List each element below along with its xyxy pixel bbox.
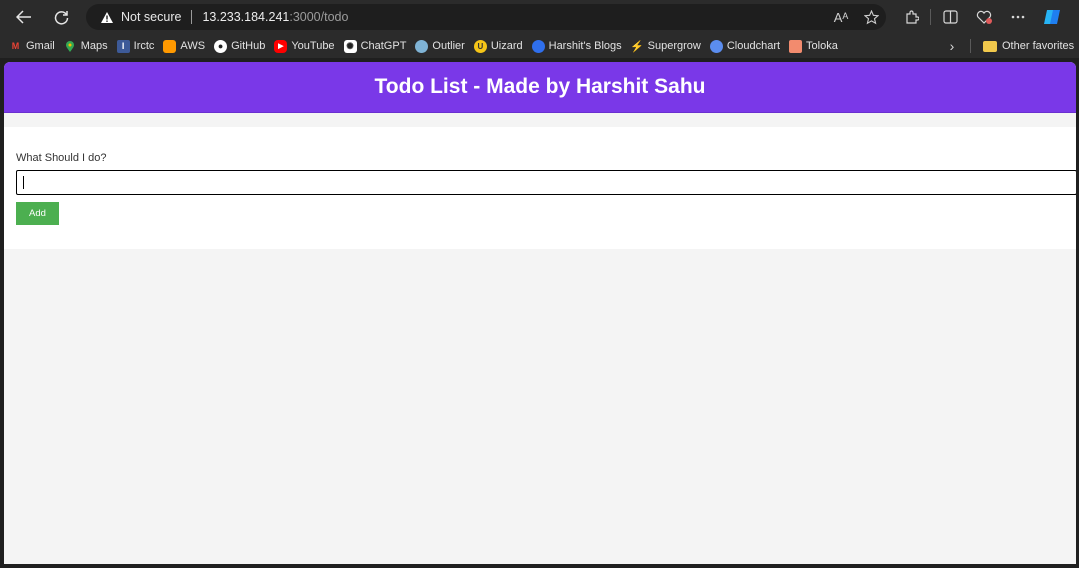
bookmark-label: Harshit's Blogs [548, 40, 622, 52]
browser-actions [894, 2, 1069, 32]
irctc-icon: I [116, 39, 130, 53]
more-menu-icon[interactable] [1001, 2, 1035, 32]
url-path: :3000/todo [289, 10, 349, 24]
warning-icon [99, 9, 115, 25]
bookmarks-divider [970, 39, 971, 53]
bookmark-aws[interactable]: AWS [163, 36, 205, 56]
aws-cube-icon [163, 39, 177, 53]
maps-pin-icon [64, 40, 77, 53]
security-status[interactable]: Not secure [121, 10, 181, 24]
other-favorites-label: Other favorites [1002, 40, 1075, 52]
favorite-star-icon[interactable] [856, 4, 886, 30]
page-title: Todo List - Made by Harshit Sahu [374, 75, 706, 98]
add-button[interactable]: Add [16, 202, 59, 225]
todo-input-label: What Should I do? [16, 152, 107, 164]
bookmark-chatgpt[interactable]: ✺ ChatGPT [343, 36, 407, 56]
address-actions: Aᴬ [826, 4, 886, 30]
bookmark-supergrow[interactable]: ⚡ Supergrow [630, 36, 701, 56]
text-cursor [23, 176, 24, 189]
bookmark-label: Cloudchart [726, 40, 781, 52]
bookmark-cloudchart[interactable]: Cloudchart [709, 36, 781, 56]
bookmark-maps[interactable]: Maps [64, 36, 108, 56]
address-bar[interactable]: Not secure 13.233.184.241:3000/todo Aᴬ [86, 4, 886, 30]
bookmark-uizard[interactable]: U Uizard [473, 36, 523, 56]
github-icon: ● [214, 39, 228, 53]
bookmark-label: AWS [180, 40, 206, 52]
bookmark-label: Outlier [432, 40, 465, 52]
browser-toolbar: Not secure 13.233.184.241:3000/todo Aᴬ [0, 0, 1079, 34]
bookmark-label: Supergrow [647, 40, 701, 52]
window-bottom-edge [0, 564, 1079, 568]
split-screen-icon[interactable] [933, 2, 967, 32]
copilot-icon[interactable] [1035, 2, 1069, 32]
bookmark-youtube[interactable]: ▶ YouTube [274, 36, 335, 56]
chevron-right-icon[interactable]: › [943, 34, 961, 58]
reload-icon[interactable] [46, 2, 76, 32]
bookmark-label: Uizard [490, 40, 523, 52]
page-viewport: Todo List - Made by Harshit Sahu What Sh… [4, 62, 1076, 564]
bookmark-label: Toloka [806, 40, 838, 52]
bookmark-label: YouTube [291, 40, 335, 52]
folder-icon [983, 40, 997, 52]
bookmark-harshits-blogs[interactable]: Harshit's Blogs [531, 36, 622, 56]
todo-form-card: What Should I do? Add [4, 127, 1076, 249]
bookmark-label: GitHub [231, 40, 266, 52]
health-heart-icon[interactable] [967, 2, 1001, 32]
bookmark-other-favorites[interactable]: Other favorites [983, 34, 1074, 58]
read-aloud-icon[interactable]: Aᴬ [826, 4, 856, 30]
uizard-icon: U [473, 39, 487, 53]
address-divider [191, 10, 193, 24]
bookmark-label: ChatGPT [360, 40, 407, 52]
bookmark-toloka[interactable]: Toloka [789, 36, 838, 56]
url-host: 13.233.184.241 [202, 10, 290, 24]
extensions-icon[interactable] [894, 2, 928, 32]
gmail-icon: M [11, 41, 20, 51]
toloka-icon [789, 39, 803, 53]
bookmark-github[interactable]: ● GitHub [214, 36, 265, 56]
bookmark-label: Irctc [133, 40, 155, 52]
bookmark-gmail[interactable]: M Gmail [9, 36, 55, 56]
back-arrow-icon[interactable] [9, 2, 39, 32]
bookmark-label: Gmail [26, 40, 55, 52]
bookmark-outlier[interactable]: Outlier [415, 36, 465, 56]
app-header: Todo List - Made by Harshit Sahu [4, 62, 1076, 113]
cloudchart-icon [709, 39, 723, 53]
bookmarks-bar: M Gmail Maps I Irctc AWS ● GitHub ▶ YouT… [0, 34, 1079, 58]
todo-input[interactable] [16, 170, 1076, 195]
supergrow-icon: ⚡ [630, 40, 644, 53]
chatgpt-icon: ✺ [343, 39, 357, 53]
bookmark-irctc[interactable]: I Irctc [116, 36, 155, 56]
bookmark-label: Maps [80, 40, 108, 52]
youtube-icon: ▶ [274, 39, 288, 53]
outlier-icon [415, 39, 429, 53]
toolbar-divider [930, 9, 931, 25]
blog-icon [531, 39, 545, 53]
